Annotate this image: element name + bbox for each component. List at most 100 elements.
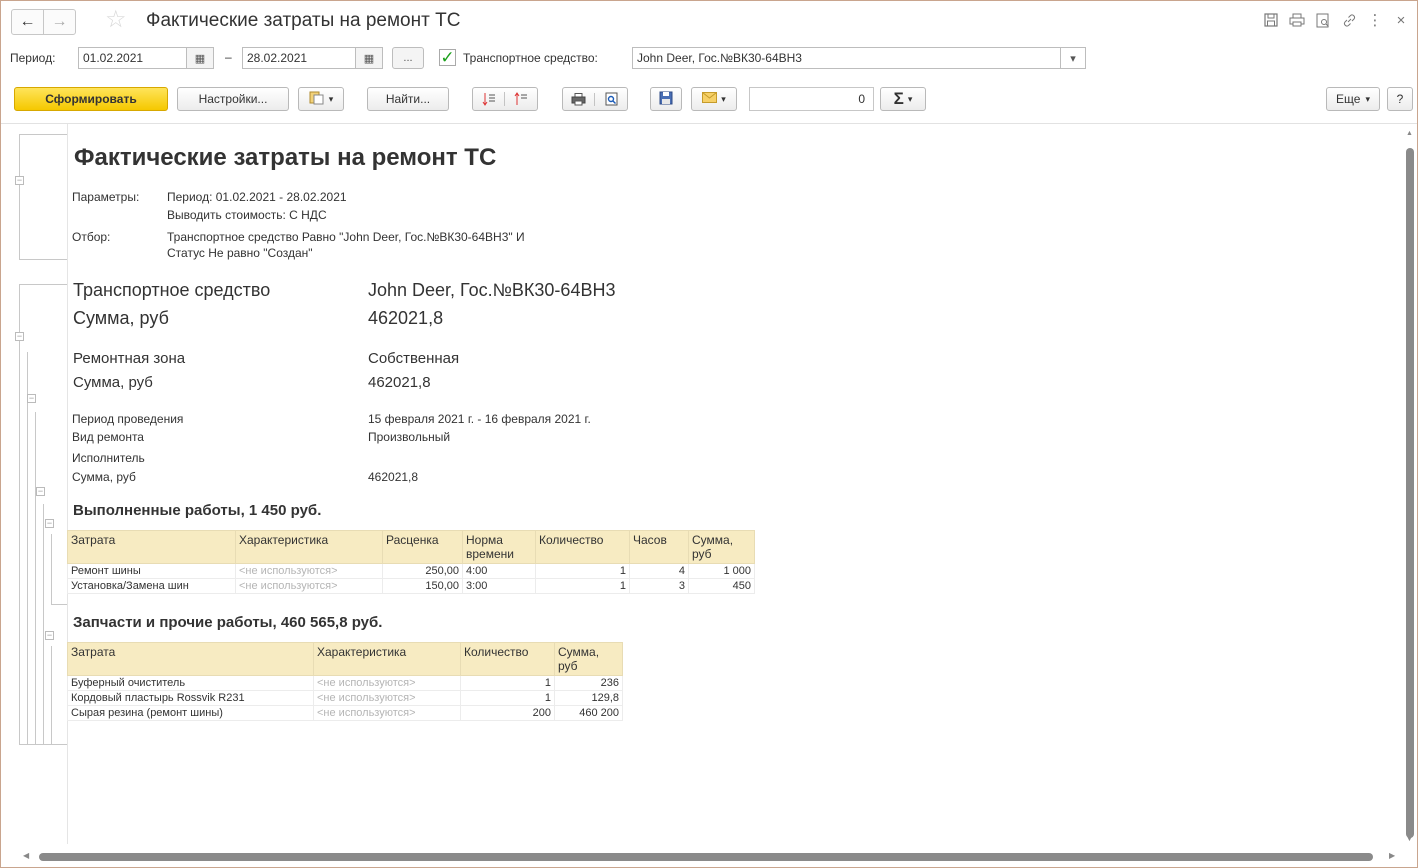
variant-button[interactable]: ▾ (298, 87, 344, 111)
caret-icon: ▾ (907, 93, 913, 104)
table-cell: Кордовый пластырь Rossvik R231 (67, 690, 314, 706)
column-header: Расценка (382, 530, 463, 564)
works-table: Затрата Характеристика Расценка Норма време… (67, 530, 755, 594)
group-line-vehicle-start (19, 284, 67, 285)
group-line-repair (35, 412, 36, 744)
save-report-button[interactable] (650, 87, 682, 111)
report-document: − − − − − − Фактические затраты на ремон… (1, 124, 1405, 847)
table-cell: Буферный очиститель (67, 675, 314, 691)
zone-value: Собственная (368, 350, 460, 367)
table-cell: 200 (460, 705, 555, 721)
column-header: Сумма, руб (688, 530, 755, 564)
collapse-vehicle-icon[interactable]: − (15, 332, 24, 341)
table-cell: 1 (535, 578, 630, 594)
column-header: Количество (535, 530, 630, 564)
table-row: Сырая резина (ремонт шины) <не используют… (67, 705, 623, 721)
preview-icon[interactable] (1315, 11, 1331, 29)
table-cell: 4 (629, 563, 689, 579)
repair-period-value: 15 февраля 2021 г. - 16 февраля 2021 г. (368, 412, 591, 426)
selection-sum-field[interactable]: 0 (749, 87, 874, 111)
caret-icon: ▾ (328, 93, 334, 104)
executor-label: Исполнитель (72, 451, 145, 465)
vehicle-group-label: Транспортное средство (73, 280, 271, 300)
group-line-bottom (19, 744, 67, 745)
period-select-button[interactable]: ... (392, 47, 424, 69)
calendar-from-icon[interactable]: ▦ (186, 47, 214, 69)
horizontal-scroll-thumb[interactable] (39, 853, 1373, 861)
column-header: Характеристика (313, 642, 461, 676)
group-line-header-end (19, 259, 67, 260)
group-line-zone (27, 352, 28, 744)
sort-asc-icon[interactable] (473, 92, 505, 106)
sort-desc-icon[interactable] (505, 92, 537, 106)
period-from-input[interactable]: 01.02.2021 (78, 47, 187, 69)
collapse-zone-icon[interactable]: − (27, 394, 36, 403)
column-header: Сумма, руб (554, 642, 623, 676)
period-to-input[interactable]: 28.02.2021 (242, 47, 356, 69)
send-email-button[interactable]: ▾ (691, 87, 737, 111)
table-cell: 150,00 (382, 578, 463, 594)
vehicle-checkbox[interactable]: ✓ (439, 49, 456, 66)
scroll-down-icon[interactable]: ▼ (1406, 836, 1413, 843)
scroll-right-icon[interactable]: ▶ (1389, 851, 1395, 860)
group-line-works-end (51, 604, 67, 605)
help-button[interactable]: ? (1387, 87, 1413, 111)
table-cell: 3:00 (462, 578, 536, 594)
sum-mode-button[interactable]: Σ ▾ (880, 87, 926, 111)
calendar-to-icon[interactable]: ▦ (355, 47, 383, 69)
repair-sum-value: 462021,8 (368, 470, 419, 484)
parts-table: Затрата Характеристика Количество Сумма, ру… (67, 642, 623, 721)
repair-sum-label: Сумма, руб (72, 470, 136, 484)
scroll-up-icon[interactable]: ▲ (1406, 130, 1413, 137)
horizontal-scrollbar[interactable]: ◀ ▶ (1, 847, 1405, 867)
table-cell: Ремонт шины (67, 563, 236, 579)
print-icon[interactable] (1289, 11, 1305, 29)
report-window: ← → ☆ Фактические затраты на ремонт ТС ⋮… (0, 0, 1418, 868)
collapse-header-icon[interactable]: − (15, 176, 24, 185)
close-icon[interactable]: × (1393, 11, 1409, 29)
window-title: Фактические затраты на ремонт ТС (146, 10, 461, 31)
table-cell: 1 (535, 563, 630, 579)
save-icon[interactable] (1263, 11, 1279, 29)
gutter-border (67, 124, 68, 844)
zone-sum-label: Сумма, руб (73, 374, 153, 391)
column-header: Затрата (67, 530, 236, 564)
forward-button[interactable]: → (43, 9, 76, 35)
collapse-repair-icon[interactable]: − (36, 487, 45, 496)
table-cell: 250,00 (382, 563, 463, 579)
envelope-icon (702, 92, 718, 106)
settings-button[interactable]: Настройки... (177, 87, 289, 111)
zone-label: Ремонтная зона (73, 350, 186, 367)
collapse-parts-icon[interactable]: − (45, 631, 54, 640)
repair-period-label: Период проведения (72, 412, 184, 426)
find-button[interactable]: Найти... (367, 87, 449, 111)
collapse-works-icon[interactable]: − (45, 519, 54, 528)
generate-button[interactable]: Сформировать (14, 87, 168, 111)
works-section-title: Выполненные работы, 1 450 руб. (73, 502, 322, 519)
filter-vehicle: Транспортное средство Равно "John Deer, … (167, 230, 525, 244)
table-cell: <не используются> (313, 675, 461, 691)
scroll-left-icon[interactable]: ◀ (23, 851, 29, 860)
arrow-left-icon: ← (19, 13, 36, 30)
table-cell: <не используются> (235, 578, 383, 594)
filter-label: Отбор: (72, 230, 111, 244)
title-bar: ← → ☆ Фактические затраты на ремонт ТС ⋮… (1, 1, 1417, 41)
printer-icon[interactable] (563, 92, 595, 106)
vehicle-input[interactable]: John Deer, Гос.№ВК30-64ВН3 (632, 47, 1061, 69)
group-line-header (19, 134, 20, 259)
period-label: Период: (10, 51, 56, 65)
vertical-scroll-thumb[interactable] (1406, 148, 1414, 838)
more-button[interactable]: Еще ▾ (1326, 87, 1380, 111)
back-button[interactable]: ← (11, 9, 44, 35)
favorite-star-icon[interactable]: ☆ (105, 8, 127, 32)
link-icon[interactable] (1341, 11, 1357, 29)
vehicle-label: Транспортное средство: (463, 51, 598, 65)
vertical-scrollbar[interactable]: ▲ ▼ (1403, 124, 1417, 847)
vehicle-dropdown-icon[interactable]: ▾ (1060, 47, 1086, 69)
zone-sum-value: 462021,8 (368, 374, 431, 391)
table-cell: 129,8 (554, 690, 623, 706)
print-preview-icon[interactable] (595, 92, 627, 106)
vehicle-sum-label: Сумма, руб (73, 308, 169, 328)
more-icon[interactable]: ⋮ (1367, 11, 1383, 29)
repair-type-value: Произвольный (368, 430, 451, 444)
